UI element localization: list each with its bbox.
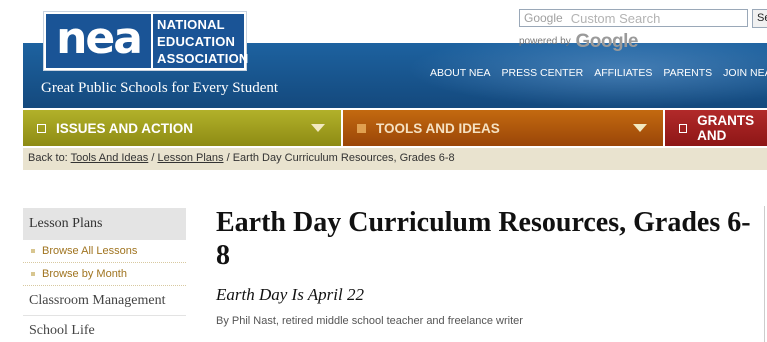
- top-nav-about[interactable]: ABOUT NEA: [430, 67, 491, 79]
- top-nav: ABOUT NEA PRESS CENTER AFFILIATES PARENT…: [430, 67, 767, 79]
- breadcrumb: Back to: Tools And Ideas / Lesson Plans …: [23, 148, 767, 170]
- menu-tab-label: GRANTS AND: [697, 113, 755, 143]
- sidebar-subitem-label: Browse by Month: [42, 268, 127, 280]
- menu-tab-issues-and-action[interactable]: ISSUES AND ACTION: [23, 110, 341, 146]
- logo-line: NATIONAL: [157, 17, 225, 32]
- breadcrumb-link-lesson-plans[interactable]: Lesson Plans: [157, 152, 223, 164]
- chevron-down-icon[interactable]: [311, 124, 325, 132]
- menu-tab-label: ISSUES AND ACTION: [56, 120, 194, 136]
- sidebar: Lesson Plans Browse All Lessons Browse b…: [23, 208, 186, 342]
- square-bullet-icon: [31, 249, 35, 253]
- sidebar-subitem-browse-all-lessons[interactable]: Browse All Lessons: [23, 240, 186, 263]
- top-nav-affiliates[interactable]: AFFILIATES: [594, 67, 652, 79]
- menu-tab-tools-and-ideas[interactable]: TOOLS AND IDEAS: [343, 110, 663, 146]
- logo-mark: nea: [46, 14, 151, 68]
- google-brand-label: Google: [524, 11, 563, 25]
- google-logo-text: Google: [575, 31, 638, 52]
- breadcrumb-link-tools-and-ideas[interactable]: Tools And Ideas: [71, 152, 149, 164]
- search-button[interactable]: Se: [752, 9, 767, 28]
- square-bullet-icon: [357, 123, 366, 133]
- search-input[interactable]: Google Custom Search: [519, 9, 748, 27]
- square-bullet-icon: [31, 272, 35, 276]
- article-byline: By Phil Nast, retired middle school teac…: [216, 315, 523, 327]
- sidebar-subitem-label: Browse All Lessons: [42, 245, 138, 257]
- column-divider: [764, 206, 765, 342]
- top-nav-join[interactable]: JOIN NEA: [723, 67, 767, 79]
- logo-text: NATIONAL EDUCATION ASSOCIATION: [153, 14, 249, 68]
- page-title: Earth Day Curriculum Resources, Grades 6…: [216, 207, 751, 271]
- breadcrumb-prefix: Back to:: [28, 152, 68, 164]
- top-nav-press[interactable]: PRESS CENTER: [502, 67, 584, 79]
- breadcrumb-separator: /: [226, 152, 230, 164]
- top-nav-parents[interactable]: PARENTS: [663, 67, 712, 79]
- sidebar-header-lesson-plans[interactable]: Lesson Plans: [23, 208, 186, 240]
- chevron-down-icon[interactable]: [633, 124, 647, 132]
- square-bullet-icon: [679, 123, 688, 133]
- logo-line: EDUCATION: [157, 34, 236, 49]
- square-bullet-icon: [37, 123, 46, 133]
- article-subtitle: Earth Day Is April 22: [216, 285, 364, 304]
- breadcrumb-separator: /: [151, 152, 155, 164]
- nea-logo[interactable]: nea NATIONAL EDUCATION ASSOCIATION: [43, 11, 249, 71]
- site-tagline: Great Public Schools for Every Student: [41, 80, 279, 96]
- powered-by-text: powered by: [519, 36, 571, 47]
- menu-tab-grants[interactable]: GRANTS AND: [665, 110, 767, 146]
- powered-by-google: powered by Google: [519, 31, 638, 53]
- sidebar-subitem-browse-by-month[interactable]: Browse by Month: [23, 263, 186, 286]
- breadcrumb-current: Earth Day Curriculum Resources, Grades 6…: [232, 152, 455, 164]
- sidebar-item-classroom-management[interactable]: Classroom Management: [23, 286, 186, 316]
- search-placeholder: Custom Search: [570, 10, 661, 26]
- logo-line: ASSOCIATION: [157, 51, 249, 66]
- sidebar-item-school-life[interactable]: School Life: [23, 316, 186, 342]
- menu-tab-label: TOOLS AND IDEAS: [376, 120, 500, 136]
